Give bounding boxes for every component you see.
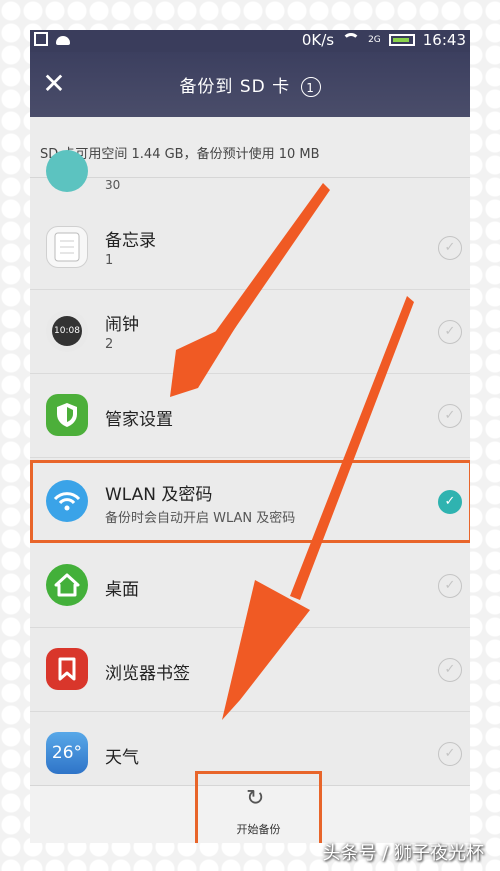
list-item-memo[interactable]: 备忘录 1 ✓: [30, 206, 470, 290]
list-item-desktop[interactable]: 桌面 ✓: [30, 544, 470, 628]
list-item-wlan[interactable]: WLAN 及密码 备份时会自动开启 WLAN 及密码 ✓: [30, 460, 470, 543]
count-badge: 1: [300, 77, 321, 97]
start-backup-label: 开始备份: [236, 823, 281, 836]
notepad-icon: [46, 226, 88, 268]
bottom-bar: ↻ 开始备份: [30, 771, 470, 843]
weather-temp: 26°: [51, 743, 83, 763]
item-sub: 备份时会自动开启 WLAN 及密码: [105, 511, 296, 526]
clock-face: 10:08: [52, 316, 82, 346]
page-title: 备份到 SD 卡 1: [30, 72, 470, 97]
check-icon[interactable]: ✓: [438, 574, 462, 598]
item-count: 30: [105, 178, 121, 192]
list-item-clock[interactable]: 10:08 闹钟 2 ✓: [30, 290, 470, 374]
list-item[interactable]: 30: [30, 150, 470, 207]
watermark: 头条号 / 狮子夜光杯: [322, 843, 484, 864]
wifi-icon: [46, 480, 88, 522]
item-title: 管家设置: [105, 410, 173, 430]
start-backup-button[interactable]: ↻ 开始备份: [195, 771, 322, 843]
item-title: WLAN 及密码: [105, 485, 213, 505]
check-icon[interactable]: ✓: [438, 404, 462, 428]
clock-icon: 10:08: [46, 310, 88, 352]
image-icon: [34, 32, 48, 46]
item-title: 桌面: [105, 580, 139, 600]
time-text: 16:43: [422, 31, 466, 49]
app-icon: [46, 150, 88, 192]
title-text: 备份到 SD 卡: [179, 77, 291, 97]
weather-icon: 26°: [46, 732, 88, 774]
item-title: 闹钟: [105, 315, 139, 335]
wifi-icon: [342, 33, 361, 47]
refresh-icon: ↻: [246, 786, 265, 811]
item-sub: 2: [105, 337, 114, 352]
shield-icon: [46, 394, 88, 436]
item-title: 备忘录: [105, 231, 156, 251]
title-bar: ✕ 备份到 SD 卡 1: [30, 52, 470, 117]
android-icon: [56, 36, 70, 45]
check-icon[interactable]: ✓: [438, 658, 462, 682]
check-icon[interactable]: ✓: [438, 236, 462, 260]
battery-icon: [388, 34, 415, 46]
list-item-bookmarks[interactable]: 浏览器书签 ✓: [30, 628, 470, 712]
network-text: 2G: [368, 35, 381, 45]
status-bar: 0K/s 2G 16:43: [30, 30, 470, 52]
item-sub: 1: [105, 253, 114, 268]
check-icon[interactable]: ✓: [438, 742, 462, 766]
home-icon: [46, 564, 88, 606]
phone-screen: 0K/s 2G 16:43 ✕ 备份到 SD 卡 1 SD 卡可用空间 1.44…: [30, 30, 470, 843]
check-icon[interactable]: ✓: [438, 490, 462, 514]
storage-info: SD 卡可用空间 1.44 GB，备份预计使用 10 MB: [30, 117, 470, 178]
item-title: 天气: [105, 748, 139, 768]
list-item-manager[interactable]: 管家设置 ✓: [30, 374, 470, 458]
item-title: 浏览器书签: [105, 664, 190, 684]
speed-text: 0K/s: [301, 31, 335, 49]
check-icon[interactable]: ✓: [438, 320, 462, 344]
bookmark-icon: [46, 648, 88, 690]
